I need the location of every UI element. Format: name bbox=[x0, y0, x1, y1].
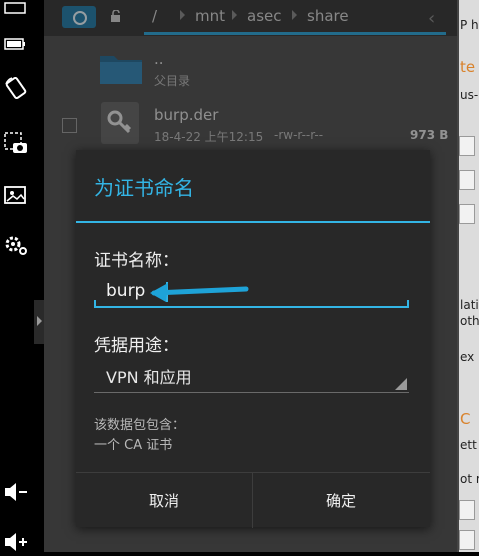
cancel-button[interactable]: 取消 bbox=[76, 473, 252, 528]
text-fragment: othe bbox=[460, 314, 479, 328]
text-fragment: ex bbox=[460, 350, 475, 364]
dropdown-corner-icon bbox=[395, 378, 407, 390]
text-fragment: P h bbox=[460, 18, 479, 32]
sidebar-collapse-handle[interactable] bbox=[34, 300, 44, 344]
text-fragment: us- bbox=[460, 88, 479, 102]
credential-usage-label: 凭据用途： bbox=[94, 336, 179, 356]
certificate-name-label: 证书名称： bbox=[94, 251, 179, 271]
screenshot-icon[interactable] bbox=[2, 130, 30, 158]
text-fragment: ot r bbox=[460, 472, 479, 486]
annotation-arrow-icon bbox=[150, 283, 249, 302]
package-contains-label: 该数据包包含： bbox=[94, 418, 186, 433]
dialog-button-bar: 取消 确定 bbox=[76, 472, 430, 528]
credential-usage-select[interactable]: VPN 和应用 bbox=[94, 360, 409, 394]
title-divider bbox=[76, 221, 430, 223]
battery-icon bbox=[2, 30, 30, 58]
settings-icon[interactable] bbox=[2, 232, 30, 260]
volume-down-icon[interactable] bbox=[2, 478, 30, 506]
input-underline bbox=[94, 300, 409, 308]
ok-button[interactable]: 确定 bbox=[253, 473, 429, 528]
background-field bbox=[459, 204, 475, 224]
background-field bbox=[459, 170, 475, 190]
text-fragment: ett bbox=[460, 438, 477, 452]
credential-usage-value: VPN 和应用 bbox=[106, 368, 192, 387]
text-fragment: C bbox=[460, 410, 471, 428]
background-field bbox=[459, 500, 475, 520]
background-window: P h te us- lati othe ex C ett ot r bbox=[457, 0, 479, 552]
keyboard-icon[interactable] bbox=[2, 0, 30, 20]
emulator-sidebar bbox=[0, 0, 44, 552]
window-edge bbox=[457, 0, 459, 552]
phone-screen: / mnt asec share ‹ .. 父目录 burp.der 18-4-… bbox=[44, 0, 457, 552]
name-certificate-dialog: 为证书命名 证书名称： 凭据用途： VPN 和应用 该数据包包含： 一个 CA … bbox=[76, 150, 430, 528]
text-fragment: lati bbox=[460, 298, 479, 312]
gallery-icon[interactable] bbox=[2, 182, 30, 210]
rotate-icon[interactable] bbox=[2, 74, 30, 102]
background-field bbox=[459, 136, 475, 156]
select-underline bbox=[94, 392, 409, 393]
background-field bbox=[459, 530, 475, 550]
dialog-title: 为证书命名 bbox=[94, 176, 194, 200]
package-contents-value: 一个 CA 证书 bbox=[94, 438, 173, 453]
text-fragment: te bbox=[460, 58, 476, 76]
